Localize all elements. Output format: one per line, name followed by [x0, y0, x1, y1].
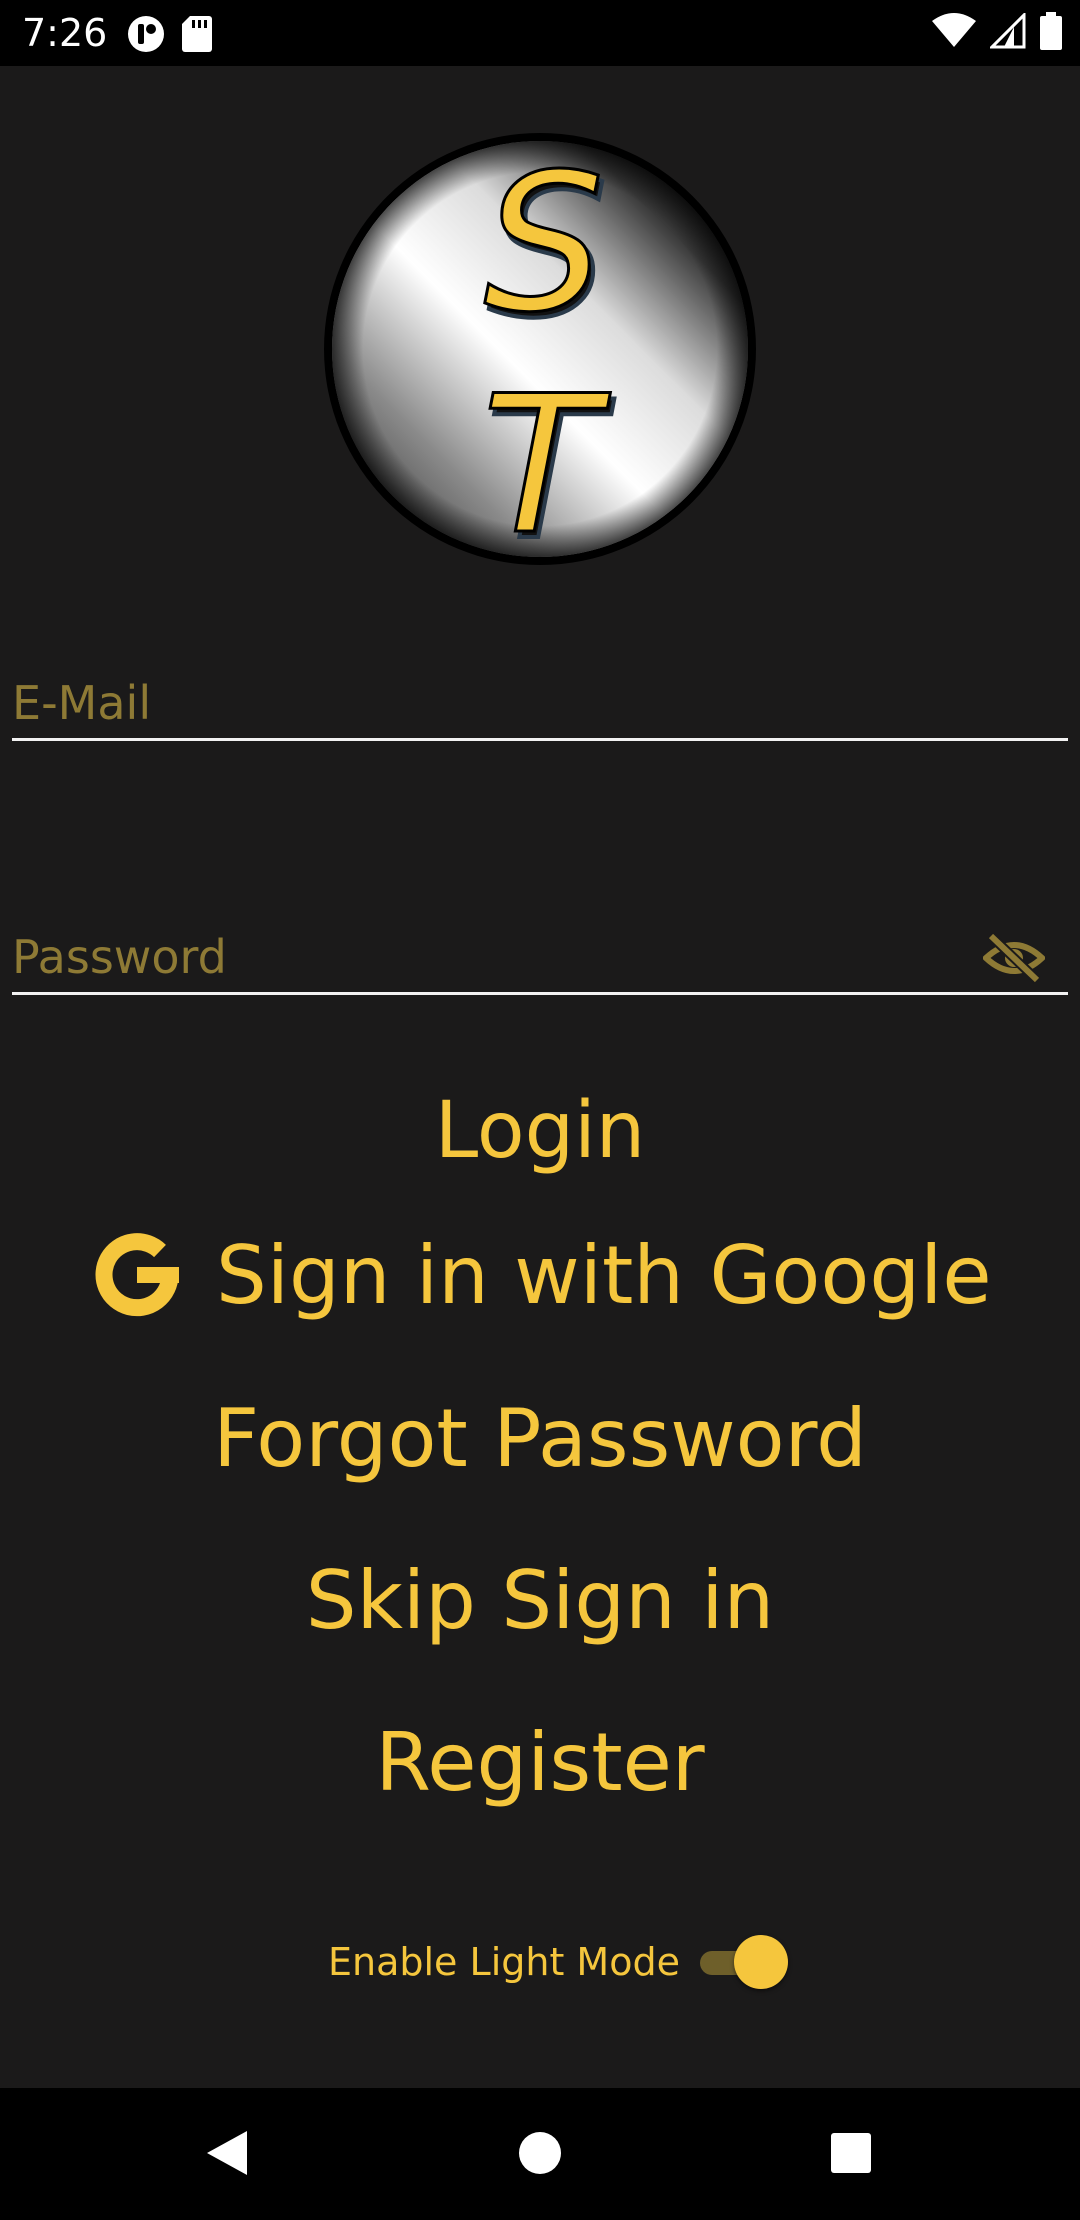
google-icon: [90, 1228, 184, 1322]
light-mode-switch[interactable]: [694, 1932, 788, 1992]
register-button[interactable]: Register: [0, 1716, 1080, 1809]
light-mode-label: Enable Light Mode: [328, 1940, 680, 1984]
status-time: 7:26: [22, 11, 108, 55]
email-field-container: [12, 668, 1068, 741]
login-screen: 7:26 S S T T E-Mail Login Sign in with G…: [0, 0, 1080, 2220]
back-triangle-icon: [205, 2129, 249, 2182]
wifi-icon: [932, 13, 976, 54]
svg-text:T: T: [482, 355, 611, 567]
google-sign-in-button[interactable]: Sign in with Google: [90, 1228, 992, 1322]
app-logo: S S T T: [322, 131, 758, 584]
forgot-password-button[interactable]: Forgot Password: [0, 1392, 1080, 1485]
status-bar: 7:26: [0, 0, 1080, 66]
nav-back-button[interactable]: [192, 2120, 262, 2190]
skip-sign-in-button[interactable]: Skip Sign in: [0, 1554, 1080, 1647]
password-field-container: [12, 922, 1068, 995]
status-left-icons: [126, 14, 212, 59]
status-right-icons: [932, 11, 1062, 55]
login-button[interactable]: Login: [0, 1086, 1080, 1176]
system-nav-bar: [0, 2088, 1080, 2220]
recents-square-icon: [830, 2132, 872, 2179]
home-circle-icon: [518, 2131, 562, 2180]
app-notification-icon: [126, 14, 166, 59]
password-input[interactable]: [12, 922, 912, 992]
google-sign-in-label: Sign in with Google: [216, 1228, 992, 1322]
sd-card-icon: [182, 16, 212, 57]
battery-icon: [1040, 12, 1062, 55]
toggle-password-visibility-button[interactable]: [981, 930, 1047, 990]
nav-home-button[interactable]: [505, 2120, 575, 2190]
email-input[interactable]: [12, 668, 912, 738]
cell-signal-icon: [988, 11, 1026, 54]
light-mode-row: Enable Light Mode: [328, 1932, 788, 1992]
svg-text:S: S: [484, 133, 605, 354]
switch-thumb: [733, 1935, 788, 1989]
eye-off-icon: [981, 931, 1047, 989]
nav-recents-button[interactable]: [816, 2120, 886, 2190]
